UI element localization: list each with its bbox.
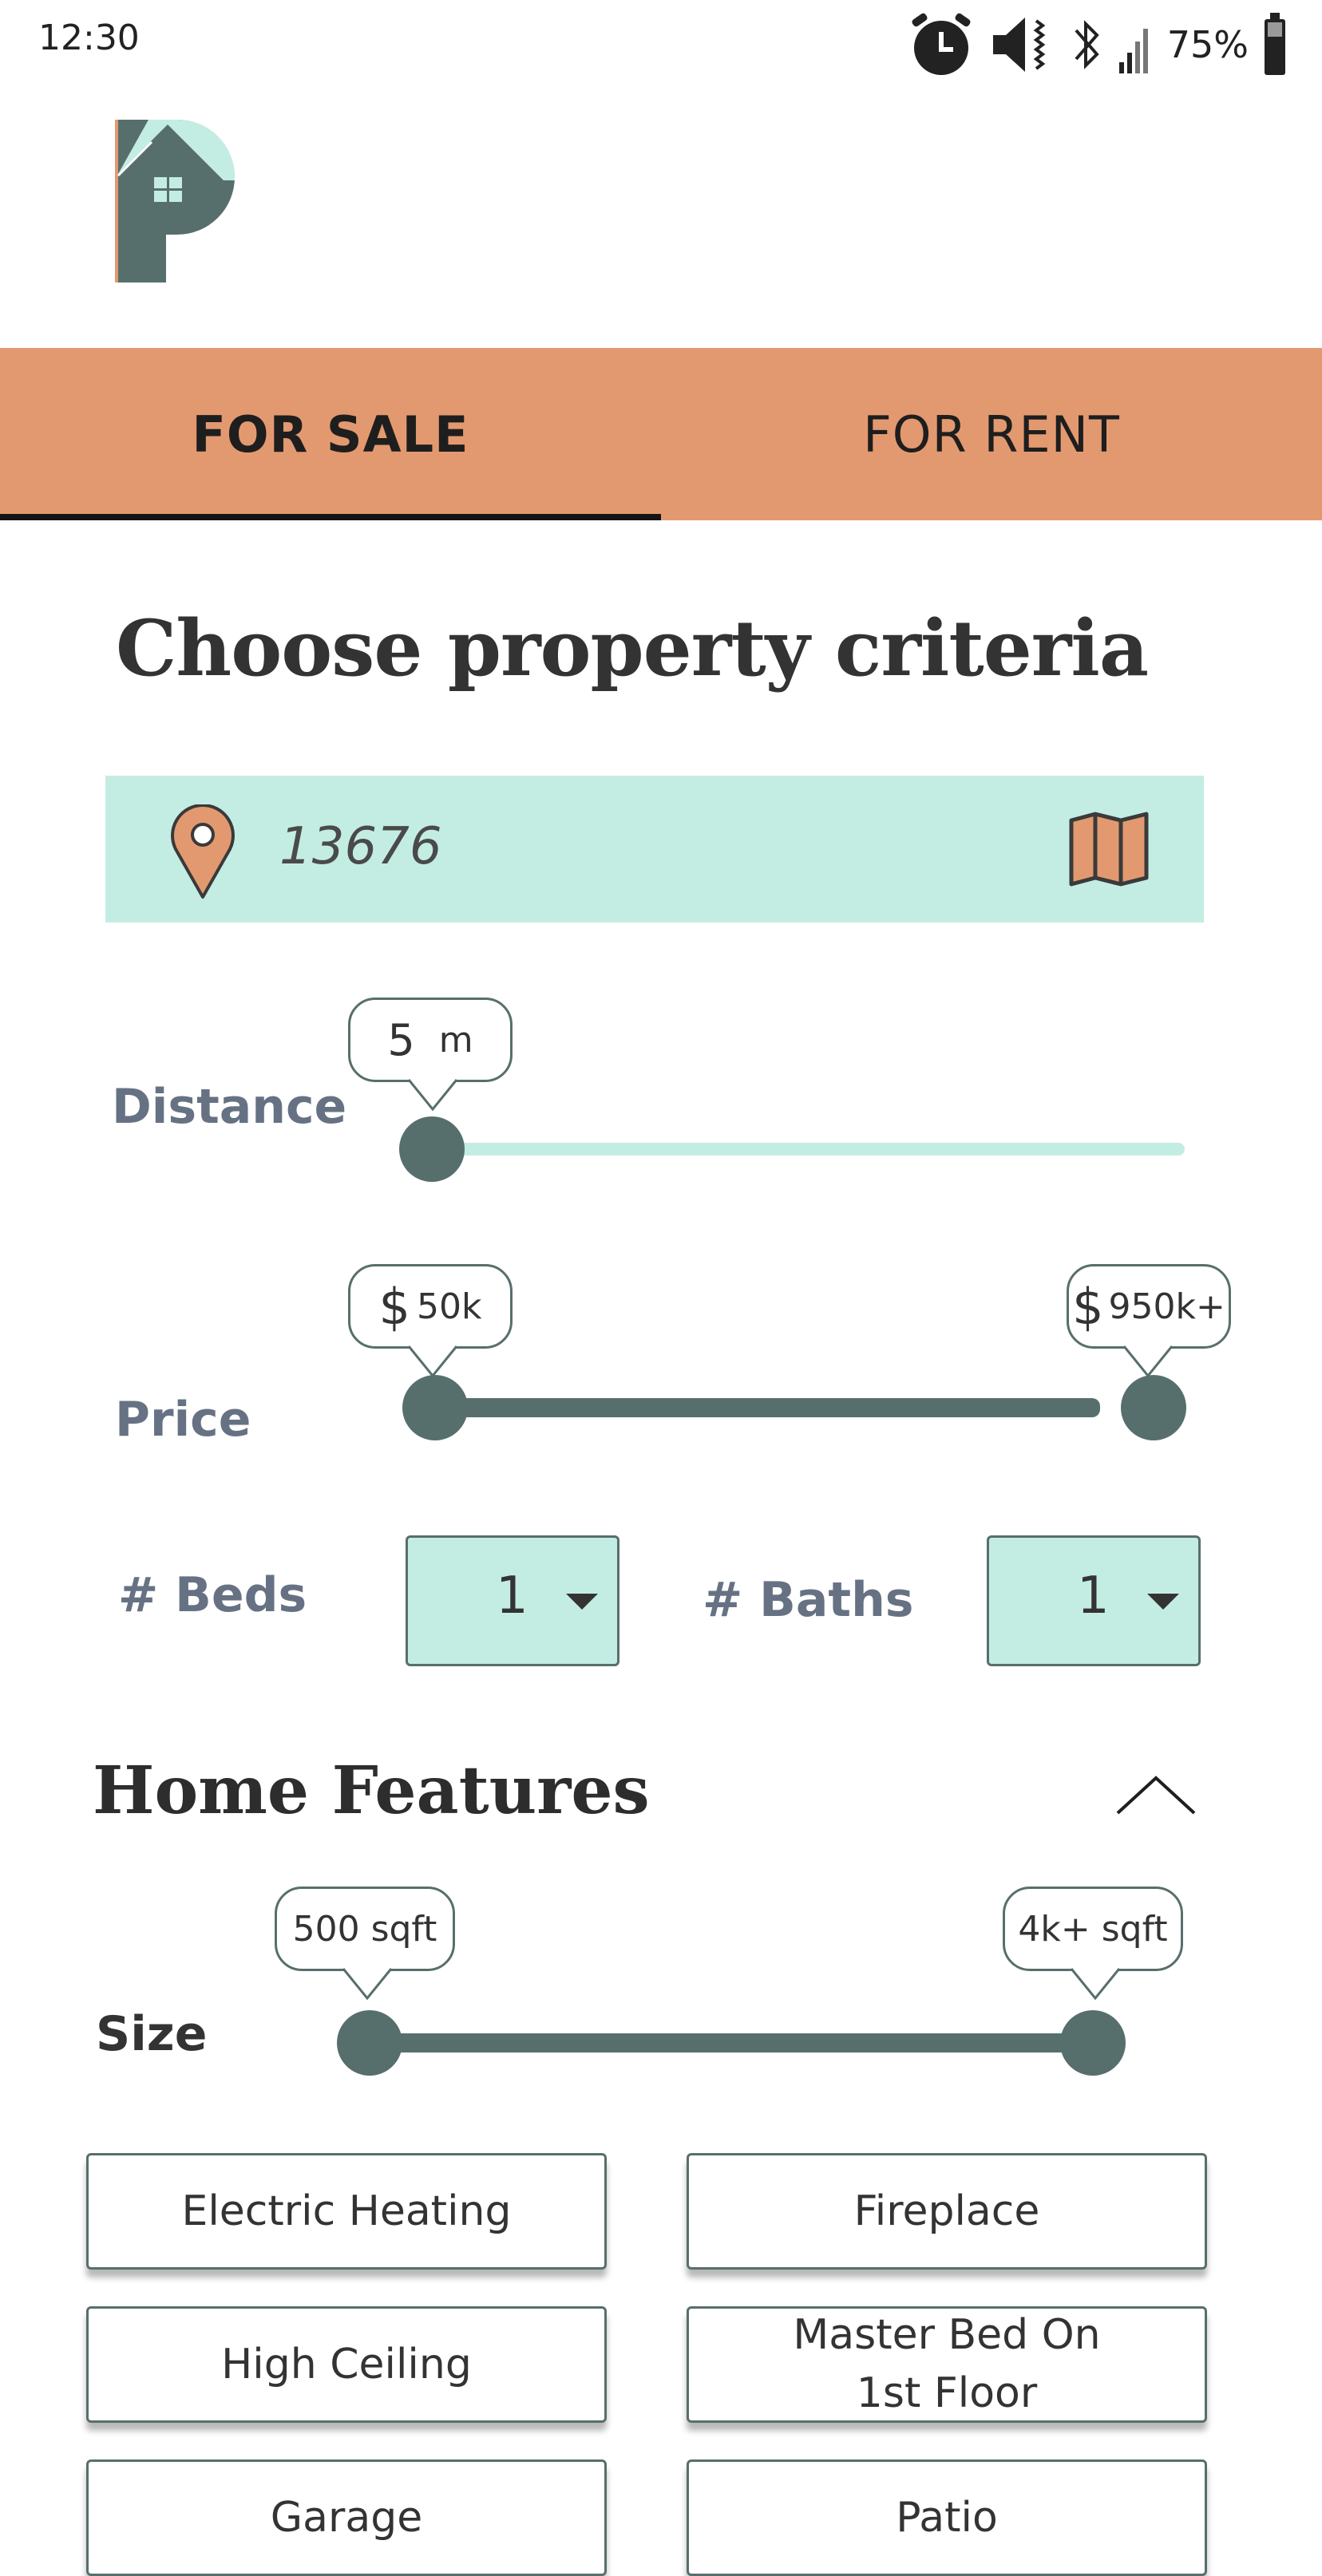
baths-select[interactable]: 1 [987,1535,1201,1666]
baths-label: # Baths [703,1572,914,1628]
size-track [338,2033,1089,2053]
size-min-bubble-tail [342,1968,393,2000]
feature-master-bed-1st-floor-button[interactable]: Master Bed On 1st Floor [687,2306,1207,2423]
size-max-handle[interactable] [1060,2010,1126,2076]
size-label: Size [96,2006,208,2062]
price-min-bubble-tail [407,1345,458,1377]
distance-value-bubble: 5 m [348,998,513,1082]
feature-fireplace-button[interactable]: Fireplace [687,2153,1207,2270]
size-slider[interactable]: 500 sqft 4k+ sqft [275,1887,1201,2086]
feature-label: Fireplace [853,2187,1040,2235]
tab-for-sale[interactable]: FOR SALE [0,348,661,520]
distance-value: 5 [387,1014,415,1065]
battery-icon [1265,13,1285,75]
beds-value: 1 [496,1567,528,1626]
price-max-handle[interactable] [1121,1375,1186,1440]
beds-label: # Beds [118,1567,307,1623]
chevron-up-icon[interactable] [1114,1773,1197,1818]
price-min-value: 50k [416,1286,482,1327]
map-icon[interactable] [1068,811,1150,887]
chevron-down-icon [566,1594,598,1610]
page-title: Choose property criteria [116,603,1149,693]
feature-patio-button[interactable]: Patio [687,2459,1207,2576]
distance-slider-handle[interactable] [399,1116,465,1182]
tab-for-rent[interactable]: FOR RENT [661,348,1322,520]
baths-value: 1 [1077,1567,1110,1626]
price-min-currency: $ [378,1277,410,1336]
feature-label: Garage [270,2493,423,2542]
price-label: Price [115,1392,251,1448]
status-icons: 75% [907,11,1287,78]
feature-label-line-2: 1st Floor [856,2369,1038,2417]
price-max-value: 950k+ [1108,1286,1225,1327]
location-search-field[interactable]: 13676 [105,776,1204,923]
price-max-currency: $ [1072,1277,1104,1336]
price-min-handle[interactable] [402,1375,468,1440]
status-time: 12:30 [38,18,140,58]
beds-select[interactable]: 1 [406,1535,619,1666]
distance-label: Distance [112,1079,347,1135]
feature-garage-button[interactable]: Garage [86,2459,607,2576]
distance-bubble-tail [407,1079,458,1111]
feature-label-line-1: Master Bed On [793,2311,1101,2360]
price-min-bubble: $ 50k [348,1264,513,1349]
distance-slider[interactable]: 5 m [348,998,1189,1189]
price-track [428,1398,1100,1417]
signal-icon [1118,29,1148,73]
home-features-title: Home Features [93,1752,650,1829]
size-min-bubble: 500 sqft [275,1887,455,1971]
listing-type-tabs: FOR SALE FOR RENT [0,348,1322,520]
size-max-bubble: 4k+ sqft [1003,1887,1183,1971]
app-logo [112,119,239,290]
size-max-bubble-tail [1070,1968,1121,2000]
feature-label: High Ceiling [221,2340,472,2388]
price-max-bubble: $ 950k+ [1067,1264,1231,1349]
feature-label: Patio [896,2493,998,2542]
location-pin-icon [171,804,235,899]
volume-vibrate-icon [992,18,1046,72]
feature-label: Electric Heating [181,2187,512,2235]
chevron-down-icon [1147,1594,1179,1610]
feature-electric-heating-button[interactable]: Electric Heating [86,2153,607,2270]
battery-percent: 75% [1166,23,1249,66]
distance-track [412,1143,1185,1156]
distance-unit: m [438,1019,473,1061]
active-tab-indicator [0,514,661,520]
feature-high-ceiling-button[interactable]: High Ceiling [86,2306,607,2423]
alarm-icon [912,13,971,75]
price-slider[interactable]: $ 50k $ 950k+ [348,1264,1242,1456]
size-min-handle[interactable] [337,2010,402,2076]
bluetooth-icon [1075,20,1099,69]
search-input[interactable]: 13676 [279,817,442,876]
price-max-bubble-tail [1122,1345,1174,1377]
